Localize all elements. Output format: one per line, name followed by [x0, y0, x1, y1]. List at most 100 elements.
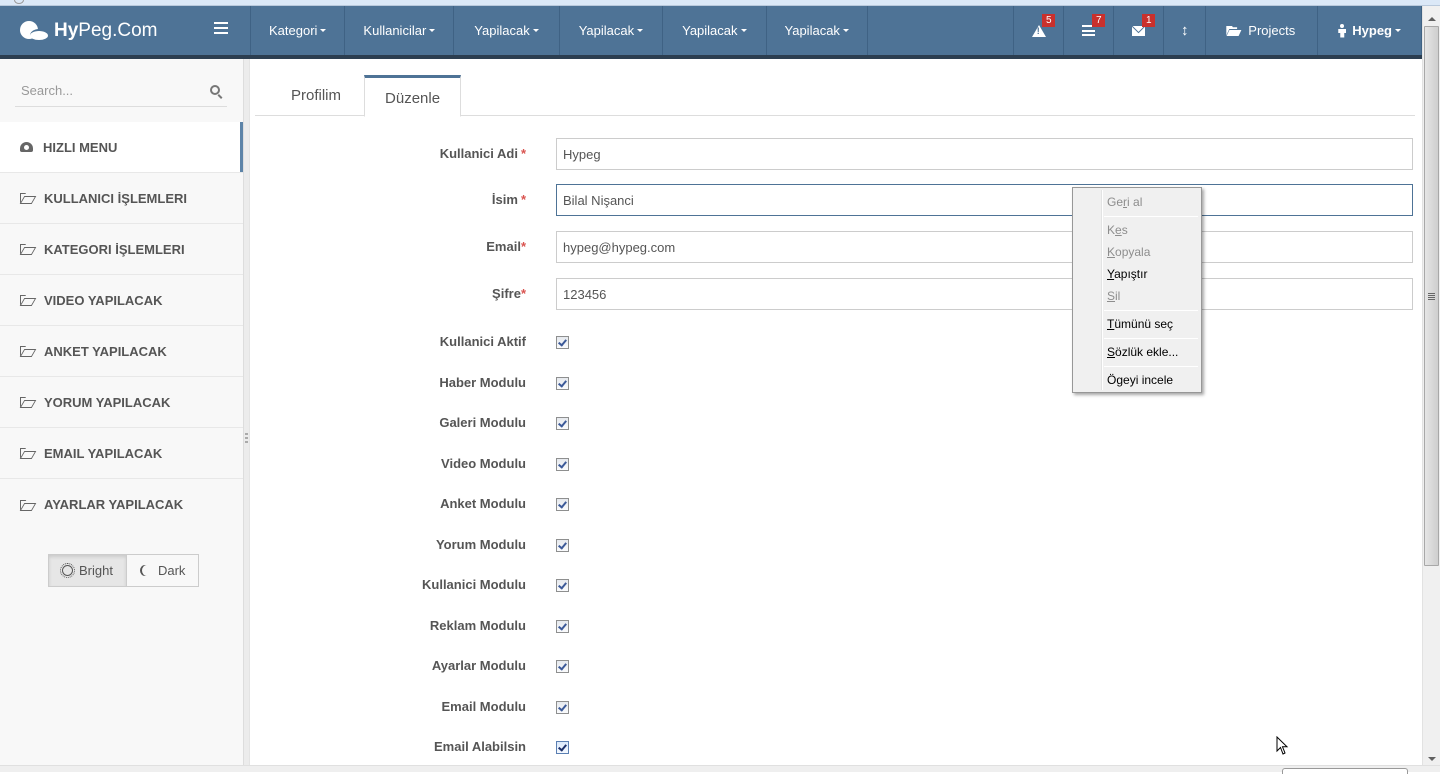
anket-modulu-checkbox[interactable]: [556, 498, 569, 511]
email-field[interactable]: [556, 231, 1413, 263]
tab-profilim[interactable]: Profilim: [255, 75, 364, 116]
sidebar-item-kategori-islemleri[interactable]: KATEGORI İŞLEMLERI: [0, 224, 243, 275]
nav-menu-label: Yapilacak: [682, 23, 738, 38]
hamburger-menu-icon[interactable]: [214, 22, 228, 34]
dark-label: Dark: [157, 563, 186, 578]
sidebar-item-email-yapilacak[interactable]: EMAIL YAPILACAK: [0, 428, 243, 479]
context-menu-undo[interactable]: Geri al: [1107, 192, 1142, 212]
tasks-button[interactable]: 7: [1063, 6, 1113, 55]
search-input[interactable]: [15, 75, 195, 105]
galeri-modulu-checkbox[interactable]: [556, 417, 569, 430]
nav-menu-kategori[interactable]: Kategori: [250, 6, 344, 55]
email-row: Email*: [250, 231, 1422, 263]
menu-separator: [1104, 338, 1198, 339]
ayarlar-modulu-checkbox[interactable]: [556, 660, 569, 673]
sidebar-item-label: KULLANICI İŞLEMLERI: [44, 190, 187, 206]
context-menu-paste[interactable]: Yapıştır: [1107, 264, 1147, 284]
checkbox-row: Email Alabilsin: [250, 737, 1422, 757]
required-mark: *: [520, 239, 526, 254]
dashboard-icon: [20, 142, 33, 152]
toggle-height-button[interactable]: ↕: [1163, 6, 1205, 55]
caret-down-icon: [740, 29, 747, 32]
drag-handle-icon: [245, 433, 248, 444]
grip-icon: [1428, 293, 1435, 300]
brand[interactable]: Hy Peg.Com: [0, 6, 250, 55]
sidebar-item-video-yapilacak[interactable]: VIDEO YAPILACAK: [0, 275, 243, 326]
name-row: İsim *: [250, 184, 1422, 216]
nav-menu-yapilacak-2[interactable]: Yapilacak: [558, 6, 662, 55]
nav-menu-label: Kullanicilar: [363, 23, 427, 38]
nav-right: 5 7 1 ↕ Projects Hypeg: [1013, 6, 1422, 55]
context-menu-inspect-element[interactable]: Ögeyi incele: [1107, 370, 1173, 390]
resize-vertical-icon: ↕: [1181, 22, 1189, 39]
bottom-bar: [0, 765, 1440, 774]
name-field[interactable]: [556, 184, 1413, 216]
name-label: İsim *: [491, 192, 526, 207]
context-menu-cut[interactable]: Kes: [1107, 220, 1128, 240]
scroll-down-arrow-icon[interactable]: [1428, 757, 1436, 761]
reklam-modulu-checkbox[interactable]: [556, 620, 569, 633]
checkbox-label: Galeri Modulu: [439, 415, 526, 430]
bright-label: Bright: [79, 563, 113, 578]
checkbox-row: Anket Modulu: [250, 494, 1422, 514]
nav-menu-yapilacak-3[interactable]: Yapilacak: [662, 6, 765, 55]
sidebar-splitter[interactable]: [243, 59, 250, 765]
main-content: Profilim Düzenle Kullanici Adi* İsim* Em…: [250, 59, 1422, 765]
context-menu-select-all[interactable]: Tümünü seç: [1107, 314, 1173, 334]
messages-badge: 1: [1142, 14, 1156, 27]
username-field[interactable]: [556, 138, 1413, 170]
folder-open-icon: [20, 193, 34, 203]
haber-modulu-checkbox[interactable]: [556, 377, 569, 390]
checkbox-row: Kullanici Modulu: [250, 575, 1422, 595]
checkbox-row: Video Modulu: [250, 454, 1422, 474]
moon-icon: [142, 565, 152, 576]
sidebar-item-hizli-menu[interactable]: HIZLI MENU: [0, 122, 243, 173]
theme-switcher: Bright Dark: [48, 554, 200, 587]
email-modulu-checkbox[interactable]: [556, 701, 569, 714]
folder-open-icon: [20, 448, 34, 458]
caret-down-icon: [637, 29, 644, 32]
sidebar-item-anket-yapilacak[interactable]: ANKET YAPILACAK: [0, 326, 243, 377]
messages-button[interactable]: 1: [1113, 6, 1163, 55]
nav-menu-yapilacak-4[interactable]: Yapilacak: [765, 6, 868, 55]
side-menu: HIZLI MENU KULLANICI İŞLEMLERI KATEGORI …: [0, 122, 243, 530]
tab-bar: Profilim Düzenle: [255, 75, 1415, 117]
password-row: Şifre*: [250, 278, 1422, 310]
sidebar-item-kullanici-islemleri[interactable]: KULLANICI İŞLEMLERI: [0, 173, 243, 224]
sidebar-item-yorum-yapilacak[interactable]: YORUM YAPILACAK: [0, 377, 243, 428]
checkbox-row: Ayarlar Modulu: [250, 656, 1422, 676]
folder-open-icon: [20, 346, 34, 356]
yorum-modulu-checkbox[interactable]: [556, 539, 569, 552]
alerts-button[interactable]: 5: [1013, 6, 1063, 55]
nav-menu-kullanicilar[interactable]: Kullanicilar: [344, 6, 453, 55]
nav-menu-yapilacak-1[interactable]: Yapilacak: [453, 6, 558, 55]
projects-label: Projects: [1248, 23, 1296, 38]
password-field[interactable]: [556, 278, 1413, 310]
sidebar-item-ayarlar-yapilacak[interactable]: AYARLAR YAPILACAK: [0, 479, 243, 530]
checkbox-row: Galeri Modulu: [250, 413, 1422, 433]
context-menu-add-to-dictionary[interactable]: Sözlük ekle...: [1107, 342, 1178, 362]
user-label: Hypeg: [1352, 23, 1392, 38]
browser-icon: [14, 0, 24, 4]
sidebar-item-label: AYARLAR YAPILACAK: [44, 497, 184, 512]
brand-bold: Hy: [54, 19, 79, 41]
folder-open-icon: [20, 500, 34, 510]
scrollbar-thumb[interactable]: [1424, 26, 1439, 566]
user-menu[interactable]: Hypeg: [1317, 6, 1422, 55]
kullanici-aktif-checkbox[interactable]: [556, 336, 569, 349]
nav-menu-label: Yapilacak: [474, 23, 530, 38]
kullanici-modulu-checkbox[interactable]: [556, 579, 569, 592]
video-modulu-checkbox[interactable]: [556, 458, 569, 471]
context-menu-delete[interactable]: Sil: [1107, 286, 1120, 306]
dark-theme-button[interactable]: Dark: [126, 555, 199, 586]
projects-button[interactable]: Projects: [1205, 6, 1317, 55]
password-label: Şifre*: [492, 286, 526, 301]
scroll-up-arrow-icon[interactable]: [1428, 17, 1436, 21]
search-icon[interactable]: [210, 85, 220, 95]
sidebar-item-label: EMAIL YAPILACAK: [44, 445, 163, 461]
vertical-scrollbar[interactable]: [1422, 6, 1440, 765]
tab-duzenle[interactable]: Düzenle: [364, 75, 462, 117]
context-menu-copy[interactable]: Kopyala: [1107, 242, 1150, 262]
email-alabilsin-checkbox[interactable]: [556, 741, 569, 754]
bright-theme-button[interactable]: Bright: [49, 555, 127, 586]
